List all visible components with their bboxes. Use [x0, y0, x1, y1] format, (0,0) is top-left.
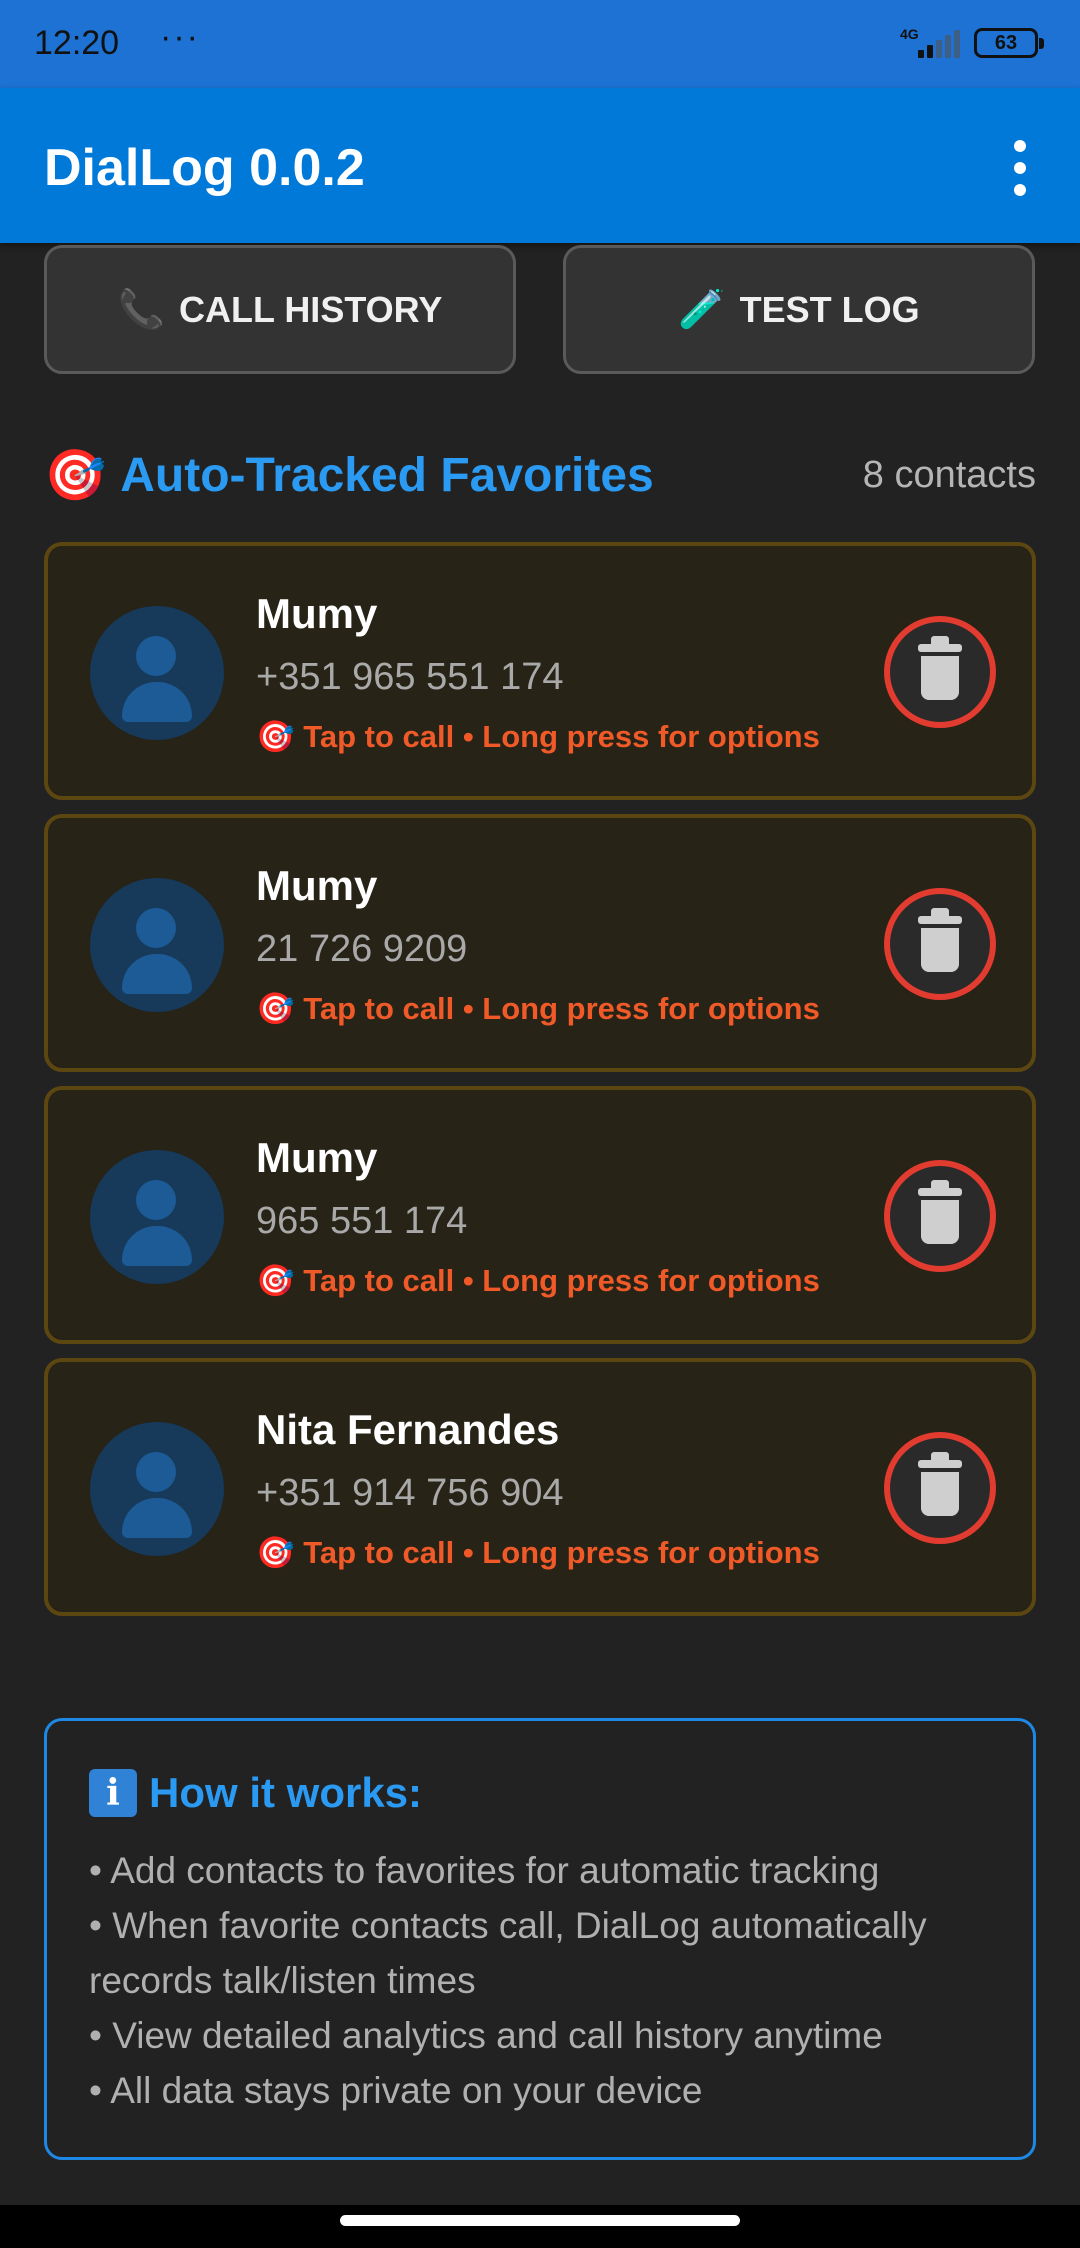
contact-hint: 🎯 Tap to call • Long press for options: [256, 1535, 820, 1570]
contact-name: Mumy: [256, 590, 378, 637]
call-history-button[interactable]: 📞 CALL HISTORY: [44, 245, 516, 374]
test-tube-icon: 🧪: [678, 288, 726, 331]
contact-hint: 🎯 Tap to call • Long press for options: [256, 1263, 820, 1298]
delete-button[interactable]: [884, 616, 996, 728]
status-bar: 12:20 ··· 4G 63: [0, 0, 1080, 88]
how-it-works-title: i How it works:: [89, 1769, 422, 1817]
how-it-works-panel: i How it works: • Add contacts to favori…: [44, 1718, 1036, 2160]
target-icon: 🎯: [44, 447, 107, 503]
contact-hint: 🎯 Tap to call • Long press for options: [256, 719, 820, 754]
call-history-label: CALL HISTORY: [178, 288, 443, 330]
favorite-card[interactable]: Mumy +351 965 551 174 🎯 Tap to call • Lo…: [44, 542, 1036, 800]
contact-phone: 965 551 174: [256, 1200, 468, 1242]
favorite-card[interactable]: Mumy 21 726 9209 🎯 Tap to call • Long pr…: [44, 814, 1036, 1072]
network-type: 4G: [900, 26, 919, 42]
delete-button[interactable]: [884, 888, 996, 1000]
delete-button[interactable]: [884, 1160, 996, 1272]
test-log-label: TEST LOG: [739, 288, 920, 330]
navigation-bar: [0, 2205, 1080, 2248]
phone-icon: 📞: [117, 288, 165, 331]
avatar-icon: [90, 1422, 224, 1556]
favorite-card[interactable]: Mumy 965 551 174 🎯 Tap to call • Long pr…: [44, 1086, 1036, 1344]
list-item: • View detailed analytics and call histo…: [89, 2015, 883, 2056]
favorite-card[interactable]: Nita Fernandes +351 914 756 904 🎯 Tap to…: [44, 1358, 1036, 1616]
notification-dots: ···: [160, 18, 200, 56]
app-title: DialLog 0.0.2: [44, 139, 365, 197]
avatar-icon: [90, 606, 224, 740]
list-item: • All data stays private on your device: [89, 2070, 703, 2111]
contact-name: Mumy: [256, 1134, 378, 1181]
battery-icon: 63: [974, 28, 1044, 58]
how-it-works-list: • Add contacts to favorites for automati…: [89, 1843, 1009, 2118]
delete-button[interactable]: [884, 1432, 996, 1544]
list-item: • Add contacts to favorites for automati…: [89, 1850, 880, 1891]
info-icon: i: [89, 1769, 137, 1817]
how-it-works-title-text: How it works:: [149, 1769, 423, 1816]
avatar-icon: [90, 1150, 224, 1284]
avatar-icon: [90, 878, 224, 1012]
contacts-count: 8 contacts: [862, 454, 1036, 496]
signal-icon: [918, 30, 960, 58]
status-time: 12:20: [34, 24, 120, 62]
contact-phone: +351 965 551 174: [256, 656, 564, 698]
list-item: • When favorite contacts call, DialLog a…: [89, 1905, 927, 2001]
home-handle[interactable]: [340, 2215, 740, 2226]
contact-phone: 21 726 9209: [256, 928, 468, 970]
contact-hint: 🎯 Tap to call • Long press for options: [256, 991, 820, 1026]
contact-name: Nita Fernandes: [256, 1406, 560, 1453]
favorites-header: 🎯 Auto-Tracked Favorites 8 contacts: [44, 446, 1036, 506]
favorites-title-text: Auto-Tracked Favorites: [120, 449, 654, 502]
more-vert-icon[interactable]: [1000, 140, 1040, 200]
test-log-button[interactable]: 🧪 TEST LOG: [563, 245, 1035, 374]
contact-name: Mumy: [256, 862, 378, 909]
favorites-title: 🎯 Auto-Tracked Favorites: [44, 446, 654, 505]
app-bar: DialLog 0.0.2: [0, 88, 1080, 243]
contact-phone: +351 914 756 904: [256, 1472, 564, 1514]
